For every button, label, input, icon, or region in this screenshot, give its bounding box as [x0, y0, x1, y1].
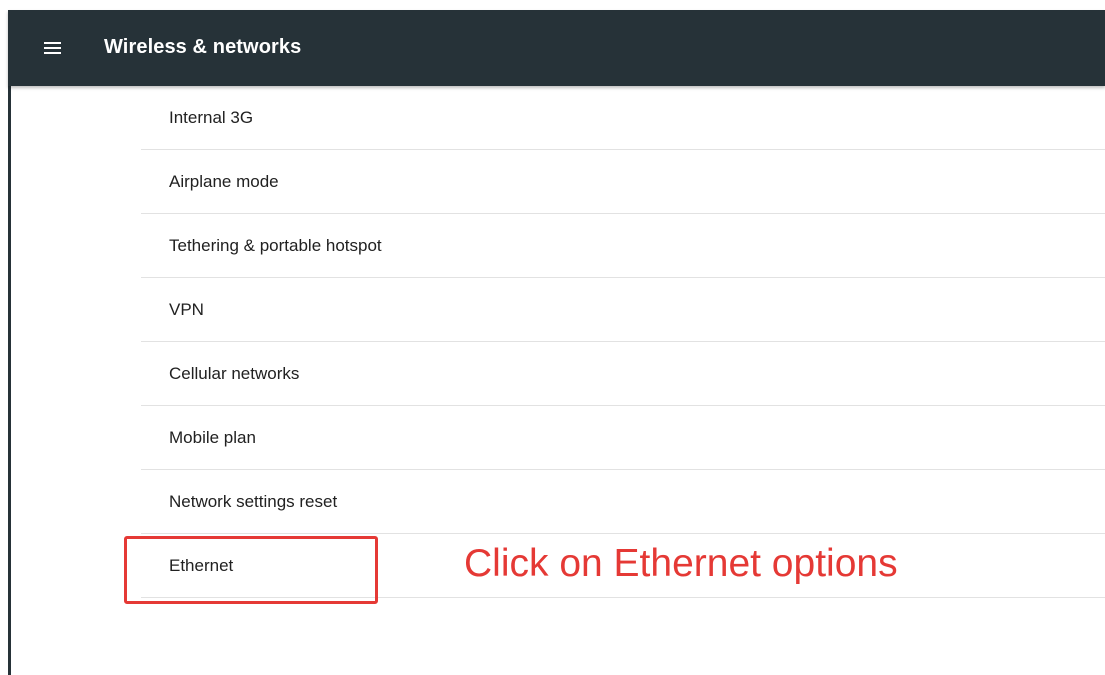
settings-item-label: Tethering & portable hotspot [169, 236, 382, 255]
settings-item-label: Ethernet [169, 556, 234, 575]
settings-item-cellular-networks[interactable]: Cellular networks [141, 342, 1105, 406]
hamburger-menu-icon [43, 42, 61, 54]
page-title: Wireless & networks [104, 36, 302, 58]
settings-item-label: Mobile plan [169, 428, 256, 447]
settings-item-label: Network settings reset [169, 492, 338, 511]
settings-item-internal-3g[interactable]: Internal 3G [141, 86, 1105, 150]
settings-item-airplane-mode[interactable]: Airplane mode [141, 150, 1105, 214]
settings-item-label: Internal 3G [169, 108, 254, 127]
instruction-annotation: Click on Ethernet options [464, 542, 898, 585]
settings-list: Internal 3G Airplane mode Tethering & po… [141, 86, 1105, 598]
settings-item-mobile-plan[interactable]: Mobile plan [141, 406, 1105, 470]
settings-item-network-reset[interactable]: Network settings reset [141, 470, 1105, 534]
window-left-border [8, 10, 11, 675]
menu-button[interactable] [37, 33, 67, 63]
settings-item-label: Airplane mode [169, 172, 279, 191]
settings-item-vpn[interactable]: VPN [141, 278, 1105, 342]
app-bar: Wireless & networks [8, 10, 1105, 86]
settings-item-label: Cellular networks [169, 364, 300, 383]
settings-item-label: VPN [169, 300, 204, 319]
settings-item-tethering-hotspot[interactable]: Tethering & portable hotspot [141, 214, 1105, 278]
settings-screen: Wireless & networks Internal 3G Airplane… [0, 0, 1105, 675]
